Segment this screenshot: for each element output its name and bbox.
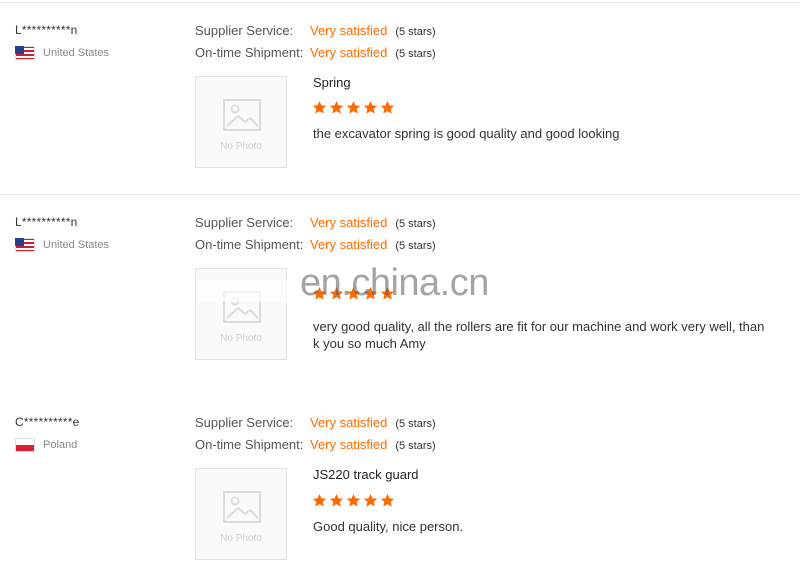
watermark: en.china.cn [300, 262, 489, 304]
buyer-name: L**********n [15, 23, 78, 37]
star-icon [346, 493, 361, 508]
supplier-service-stars: (5 stars) [395, 418, 436, 430]
no-photo-label: No Photo [220, 333, 262, 344]
supplier-service-rating: Supplier Service: Very satisfied (5 star… [195, 415, 436, 430]
ontime-shipment-stars: (5 stars) [395, 240, 436, 252]
ontime-shipment-value: Very satisfied [310, 437, 388, 452]
review-comment: Good quality, nice person. [313, 519, 464, 534]
star-icon [346, 100, 361, 115]
supplier-service-value: Very satisfied [310, 23, 388, 38]
buyer-name: L**********n [15, 215, 78, 229]
star-rating [312, 100, 397, 115]
review-comment: very good quality, all the rollers are f… [313, 319, 765, 351]
buyer-name: C**********e [15, 415, 80, 429]
review-item: L**********n United States Supplier Serv… [0, 2, 800, 196]
ontime-shipment-stars: (5 stars) [395, 440, 436, 452]
buyer-country: Poland [15, 438, 77, 452]
star-icon [312, 100, 327, 115]
ontime-shipment-rating: On-time Shipment: Very satisfied (5 star… [195, 437, 436, 452]
ontime-shipment-label: On-time Shipment: [195, 45, 304, 60]
country-label: United States [43, 47, 110, 59]
buyer-country: United States [15, 46, 109, 60]
no-photo-thumbnail[interactable]: No Photo [195, 76, 287, 168]
supplier-service-stars: (5 stars) [395, 26, 436, 38]
ontime-shipment-label: On-time Shipment: [195, 237, 304, 252]
star-icon [329, 100, 344, 115]
ontime-shipment-label: On-time Shipment: [195, 437, 304, 452]
ontime-shipment-stars: (5 stars) [395, 48, 436, 60]
image-placeholder-icon [223, 491, 261, 523]
ontime-shipment-rating: On-time Shipment: Very satisfied (5 star… [195, 237, 436, 252]
product-title[interactable]: JS220 track guard [313, 467, 419, 482]
image-placeholder-icon [223, 99, 261, 131]
ontime-shipment-value: Very satisfied [310, 237, 388, 252]
star-icon [380, 493, 395, 508]
star-icon [363, 100, 378, 115]
buyer-country: United States [15, 238, 109, 252]
us-flag-icon [15, 238, 35, 252]
supplier-service-stars: (5 stars) [395, 218, 436, 230]
no-photo-thumbnail[interactable]: No Photo [195, 468, 287, 560]
no-photo-label: No Photo [220, 533, 262, 544]
supplier-service-rating: Supplier Service: Very satisfied (5 star… [195, 23, 436, 38]
star-icon [380, 100, 395, 115]
star-icon [363, 493, 378, 508]
poland-flag-icon [15, 438, 35, 452]
review-comment: the excavator spring is good quality and… [313, 126, 620, 141]
ontime-shipment-rating: On-time Shipment: Very satisfied (5 star… [195, 45, 436, 60]
supplier-service-rating: Supplier Service: Very satisfied (5 star… [195, 215, 436, 230]
no-photo-label: No Photo [220, 141, 262, 152]
review-item: C**********e Poland Supplier Service: Ve… [0, 395, 800, 587]
product-title[interactable]: Spring [313, 75, 351, 90]
country-label: United States [43, 239, 110, 251]
supplier-service-label: Supplier Service: [195, 415, 294, 430]
supplier-service-label: Supplier Service: [195, 23, 294, 38]
star-rating [312, 493, 397, 508]
star-icon [312, 493, 327, 508]
star-icon [329, 493, 344, 508]
ontime-shipment-value: Very satisfied [310, 45, 388, 60]
supplier-service-value: Very satisfied [310, 215, 388, 230]
blur-overlay [196, 280, 288, 302]
country-label: Poland [43, 439, 78, 451]
supplier-service-value: Very satisfied [310, 415, 388, 430]
us-flag-icon [15, 46, 35, 60]
supplier-service-label: Supplier Service: [195, 215, 294, 230]
